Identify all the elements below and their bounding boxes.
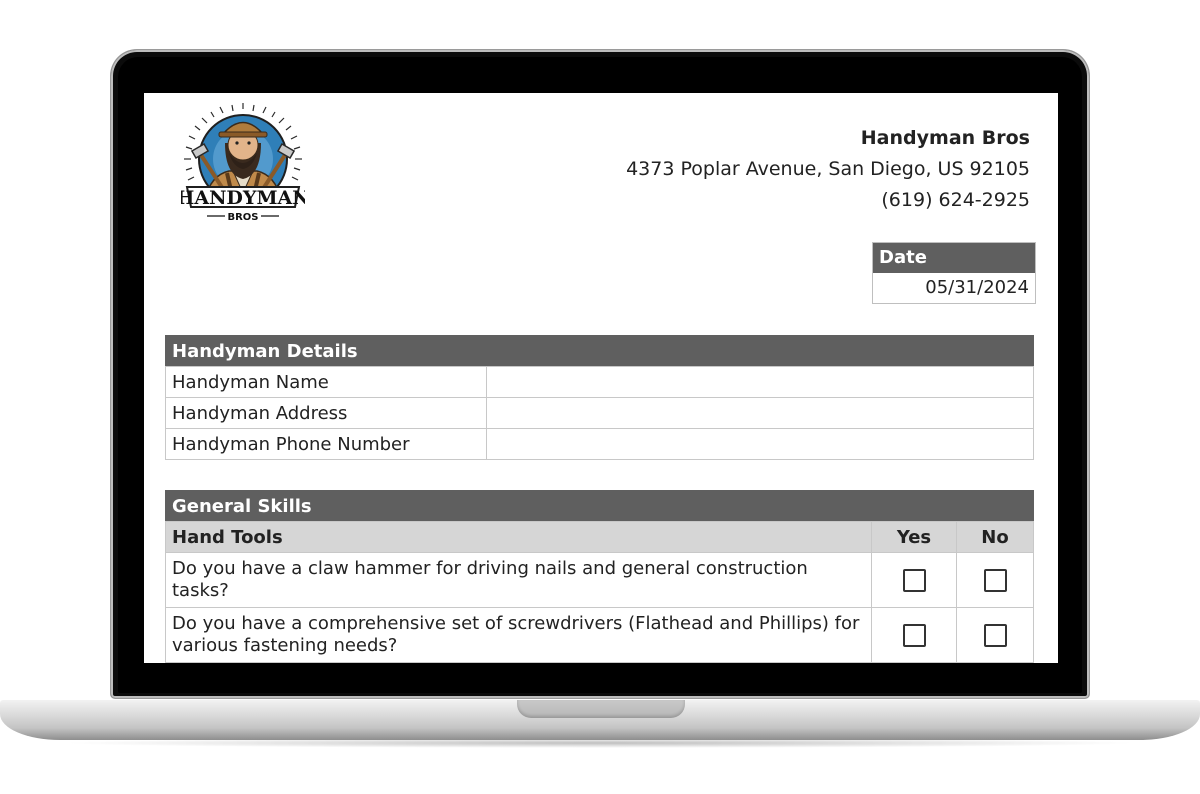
yes-column-header: Yes (871, 521, 957, 553)
table-row: Handyman Name (165, 366, 1034, 398)
no-checkbox[interactable] (983, 568, 1007, 592)
company-phone: (619) 624-2925 (881, 189, 1030, 211)
hand-tools-label: Hand Tools (165, 521, 872, 553)
handyman-address-label: Handyman Address (165, 397, 487, 429)
hand-tools-header-row: Hand Tools Yes No (165, 521, 1034, 553)
laptop-notch (517, 700, 685, 718)
company-address: 4373 Poplar Avenue, San Diego, US 92105 (626, 158, 1030, 180)
date-value[interactable]: 05/31/2024 (873, 273, 1035, 303)
general-skills-title: General Skills (165, 490, 1034, 521)
no-column-header: No (956, 521, 1034, 553)
company-info: Handyman Bros 4373 Poplar Avenue, San Di… (626, 123, 1030, 216)
logo-text: HANDYMAN (181, 187, 305, 209)
handyman-name-label: Handyman Name (165, 366, 487, 398)
handyman-details-title: Handyman Details (165, 335, 1034, 366)
table-row: Handyman Phone Number (165, 428, 1034, 460)
no-cell (956, 607, 1034, 663)
document-screen: HANDYMAN BROS Handyman Bros 4373 Poplar … (144, 93, 1058, 663)
general-skills-table: Hand Tools Yes No Do you have a claw ham… (165, 521, 1034, 663)
yes-checkbox[interactable] (902, 568, 926, 592)
no-cell (956, 552, 1034, 608)
logo-subtext: BROS (227, 212, 258, 223)
handyman-name-field[interactable] (486, 366, 1034, 398)
company-name: Handyman Bros (860, 127, 1030, 149)
handyman-phone-label: Handyman Phone Number (165, 428, 487, 460)
handyman-phone-field[interactable] (486, 428, 1034, 460)
date-label: Date (873, 243, 1035, 273)
table-row: Handyman Address (165, 397, 1034, 429)
handyman-address-field[interactable] (486, 397, 1034, 429)
table-row: Do you have a comprehensive set of screw… (165, 607, 1034, 663)
handyman-details-table: Handyman Name Handyman Address Handyman … (165, 366, 1034, 460)
question-text: Do you have a claw hammer for driving na… (165, 552, 872, 608)
general-skills-section: General Skills Hand Tools Yes No Do you … (165, 490, 1034, 663)
table-row: Do you have a claw hammer for driving na… (165, 552, 1034, 608)
handyman-bros-logo: HANDYMAN BROS (181, 103, 305, 223)
yes-cell (871, 607, 957, 663)
handyman-details-section: Handyman Details Handyman Name Handyman … (165, 335, 1034, 460)
no-checkbox[interactable] (983, 623, 1007, 647)
yes-checkbox[interactable] (902, 623, 926, 647)
yes-cell (871, 552, 957, 608)
date-box: Date 05/31/2024 (872, 242, 1036, 304)
question-text: Do you have a comprehensive set of screw… (165, 607, 872, 663)
